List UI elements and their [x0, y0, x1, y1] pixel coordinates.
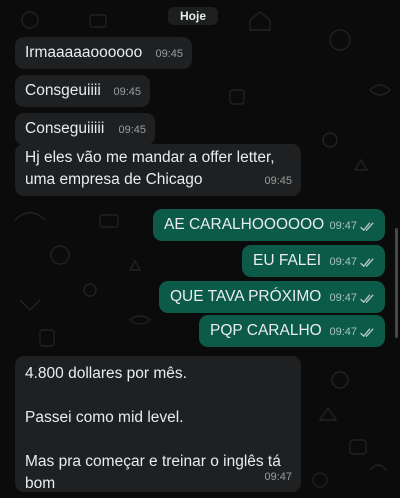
double-check-icon: [360, 222, 374, 231]
double-check-icon: [360, 258, 374, 267]
message-meta: 09:45: [113, 81, 141, 103]
message-time: 09:45: [113, 86, 141, 98]
message-time: 09:45: [118, 124, 146, 136]
message-text: QUE TAVA PRÓXIMO: [170, 288, 322, 305]
message-time: 09:47: [264, 471, 292, 483]
message-time: 09:47: [329, 220, 357, 232]
message-bubble-outgoing[interactable]: EU FALEI 09:47: [242, 245, 385, 277]
date-separator: Hoje: [168, 7, 218, 25]
message-meta: 09:45: [118, 119, 146, 141]
message-meta: 09:47: [329, 251, 376, 273]
message-text: Hj eles vão me mandar a offer letter, um…: [25, 149, 279, 188]
message-bubble-incoming[interactable]: 4.800 dollares por mês. Passei como mid …: [15, 356, 301, 492]
message-time: 09:45: [155, 48, 183, 60]
message-bubble-incoming[interactable]: Conseguiiiii 09:45: [15, 113, 155, 145]
message-bubble-outgoing[interactable]: AE CARALHOOOOOO 09:47: [153, 209, 385, 241]
message-bubble-incoming[interactable]: Hj eles vão me mandar a offer letter, um…: [15, 144, 301, 196]
chat-area[interactable]: Hoje Irmaaaaaoooooo 09:45 Consgeuiiii 09…: [0, 0, 400, 498]
message-meta: 09:47: [264, 466, 292, 488]
double-check-icon: [360, 328, 374, 337]
message-meta: 09:47: [329, 287, 376, 309]
message-meta: 09:47: [329, 215, 376, 237]
message-text: EU FALEI: [253, 252, 322, 269]
message-meta: 09:45: [264, 170, 292, 192]
message-bubble-outgoing[interactable]: QUE TAVA PRÓXIMO 09:47: [159, 281, 385, 313]
scrollbar-thumb[interactable]: [395, 228, 398, 338]
message-text: PQP CARALHO: [210, 322, 322, 339]
message-meta: 09:47: [329, 321, 376, 343]
message-meta: 09:45: [155, 43, 183, 65]
message-time: 09:47: [329, 326, 357, 338]
double-check-icon: [360, 294, 374, 303]
message-text: Irmaaaaaoooooo: [25, 44, 143, 61]
message-text: Conseguiiiii: [25, 120, 105, 137]
message-bubble-incoming[interactable]: Consgeuiiii 09:45: [15, 75, 150, 107]
message-text: 4.800 dollares por mês. Passei como mid …: [25, 365, 281, 492]
message-bubble-outgoing[interactable]: PQP CARALHO 09:47: [199, 315, 385, 347]
message-time: 09:45: [264, 175, 292, 187]
message-bubble-incoming[interactable]: Irmaaaaaoooooo 09:45: [15, 37, 192, 69]
message-text: AE CARALHOOOOOO: [164, 216, 325, 233]
message-time: 09:47: [329, 292, 357, 304]
message-text: Consgeuiiii: [25, 82, 101, 99]
message-time: 09:47: [329, 256, 357, 268]
